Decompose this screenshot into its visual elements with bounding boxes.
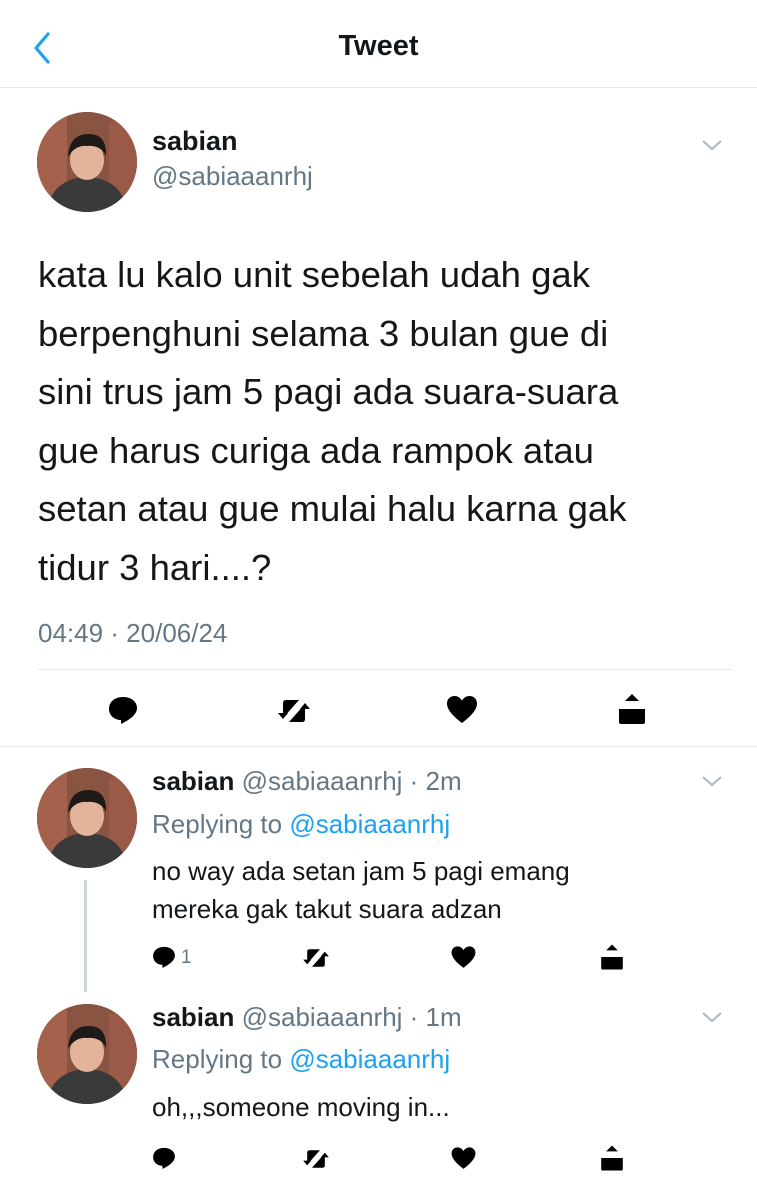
avatar[interactable]: [37, 768, 137, 868]
thread-connector: [84, 880, 87, 992]
share-icon[interactable]: [614, 691, 650, 727]
author-handle-time[interactable]: @sabiaaanrhj · 2m: [242, 766, 462, 796]
divider: [0, 746, 757, 747]
avatar[interactable]: [37, 1004, 137, 1104]
reply-icon[interactable]: [150, 1144, 178, 1172]
chevron-down-icon[interactable]: [700, 138, 724, 152]
retweet-icon[interactable]: [300, 1145, 332, 1173]
author-name[interactable]: sabian: [152, 126, 238, 157]
retweet-icon[interactable]: [300, 944, 332, 972]
author-name[interactable]: sabian: [152, 1002, 234, 1032]
replying-label: Replying to: [152, 809, 283, 839]
divider: [38, 669, 732, 670]
tweet-timestamp[interactable]: 04:49 · 20/06/24: [38, 618, 227, 649]
mention-link[interactable]: @sabiaaanrhj: [289, 1044, 450, 1074]
tweet-text-line: tidur 3 hari....?: [38, 546, 272, 588]
reply-count: 1: [181, 947, 192, 968]
retweet-icon[interactable]: [274, 694, 314, 728]
heart-icon[interactable]: [449, 944, 478, 971]
heart-icon[interactable]: [444, 693, 480, 727]
replying-label: Replying to: [152, 1044, 283, 1074]
reply-icon[interactable]: [105, 692, 141, 728]
tweet-text-line: setan atau gue mulai halu karna gak: [38, 488, 627, 529]
share-icon[interactable]: [597, 942, 627, 972]
reply-text-line: mereka gak takut suara adzan: [152, 894, 502, 924]
mention-link[interactable]: @sabiaaanrhj: [289, 809, 450, 839]
tweet-text-line: berpenghuni selama 3 bulan gue di: [38, 312, 609, 354]
page-title: Tweet: [338, 30, 419, 62]
chevron-down-icon[interactable]: [700, 774, 724, 788]
reply-text: no way ada setan jam 5 pagi emang mereka…: [152, 852, 712, 928]
reply-icon[interactable]: [150, 943, 178, 971]
replying-to: Replying to @sabiaaanrhj: [152, 1044, 450, 1075]
heart-icon[interactable]: [449, 1145, 478, 1172]
reply-header: sabian @sabiaaanrhj · 2m: [152, 766, 462, 797]
tweet-text: kata lu kalo unit sebelah udah gak berpe…: [38, 246, 728, 597]
reply-text-line: no way ada setan jam 5 pagi emang: [152, 856, 570, 886]
author-handle-time[interactable]: @sabiaaanrhj · 1m: [242, 1002, 462, 1032]
reply-text: oh,,,someone moving in...: [152, 1088, 712, 1126]
tweet-text-line: kata lu kalo unit sebelah udah gak: [38, 254, 590, 295]
tweet-text-line: gue harus curiga ada rampok atau: [38, 429, 594, 471]
reply-text-line: oh,,,someone moving in...: [152, 1092, 450, 1122]
author-handle[interactable]: @sabiaaanrhj: [152, 161, 313, 192]
reply-header: sabian @sabiaaanrhj · 1m: [152, 1002, 462, 1033]
share-icon[interactable]: [597, 1143, 627, 1173]
tweet-text-line: sini trus jam 5 pagi ada suara-suara: [38, 371, 619, 412]
replying-to: Replying to @sabiaaanrhj: [152, 809, 450, 840]
chevron-down-icon[interactable]: [700, 1010, 724, 1024]
avatar[interactable]: [37, 112, 137, 212]
top-bar: Tweet: [0, 0, 757, 88]
author-name[interactable]: sabian: [152, 766, 234, 796]
